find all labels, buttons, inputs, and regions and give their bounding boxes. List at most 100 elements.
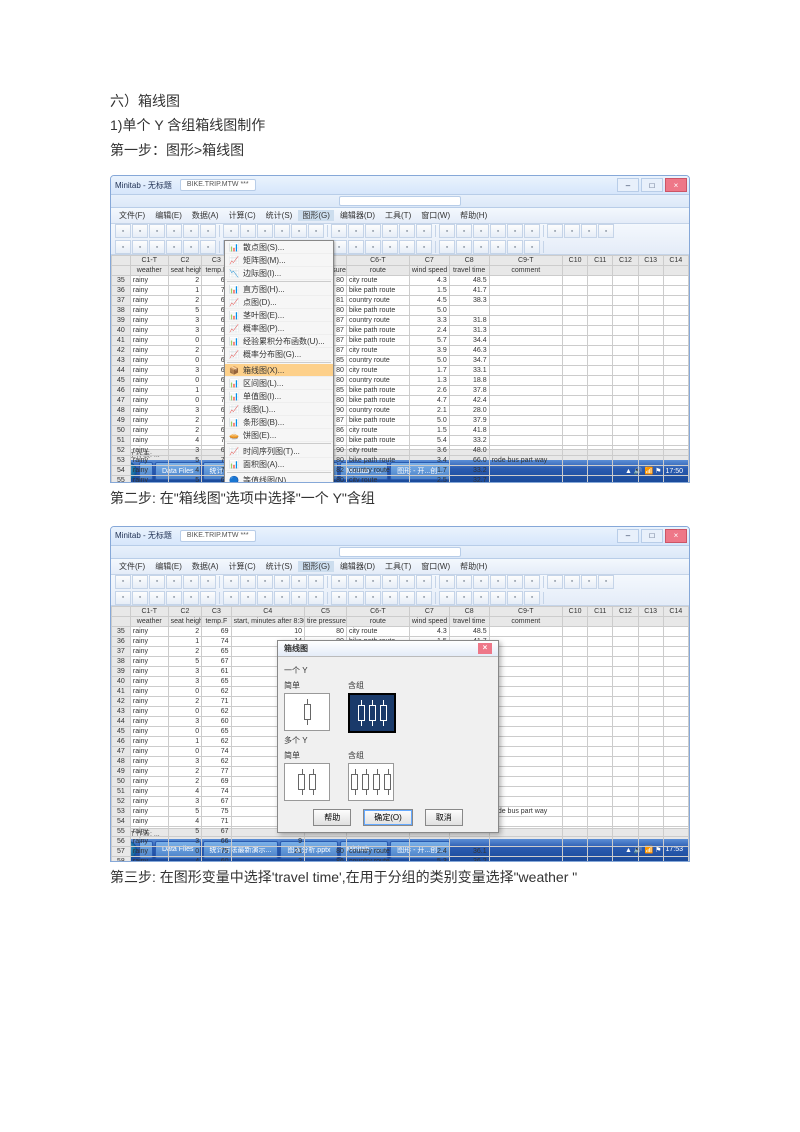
menu-item-饼图(E)...[interactable]: 🥧饼图(E)...: [225, 429, 333, 442]
cell[interactable]: [563, 786, 588, 796]
toolbar-button[interactable]: ▫: [291, 224, 307, 238]
cell[interactable]: rainy: [130, 736, 168, 746]
cell[interactable]: [449, 306, 489, 316]
menu-item[interactable]: 工具(T): [381, 210, 415, 221]
column-header[interactable]: C13: [638, 256, 663, 266]
field-header[interactable]: temp.F: [202, 616, 231, 626]
cell[interactable]: [563, 396, 588, 406]
cell[interactable]: [613, 716, 638, 726]
toolbar-button[interactable]: ▫: [473, 224, 489, 238]
menu-item-概率分布图(G)...[interactable]: 📈概率分布图(G)...: [225, 348, 333, 361]
toolbar-button[interactable]: ▫: [490, 224, 506, 238]
toolbar-button[interactable]: ▫: [274, 591, 290, 605]
toolbar-button[interactable]: ▫: [166, 224, 182, 238]
cell[interactable]: [663, 636, 688, 646]
field-header[interactable]: weather: [130, 616, 168, 626]
column-header[interactable]: C14: [663, 606, 688, 616]
cell[interactable]: [663, 436, 688, 446]
row-number[interactable]: 41: [112, 686, 131, 696]
cell[interactable]: [663, 406, 688, 416]
menu-item[interactable]: 帮助(H): [456, 561, 491, 572]
menu-item-边际图(I)...[interactable]: 📉边际图(I)...: [225, 267, 333, 280]
cell[interactable]: [563, 346, 588, 356]
cell[interactable]: [588, 406, 613, 416]
toolbar-button[interactable]: ▫: [507, 575, 523, 589]
cell[interactable]: [613, 826, 638, 836]
cell[interactable]: 2: [231, 856, 304, 862]
cell[interactable]: [663, 846, 688, 856]
menu-item-散点图(S)...[interactable]: 📊散点图(S)...: [225, 241, 333, 254]
cell[interactable]: [588, 476, 613, 484]
toolbar-button[interactable]: ▫: [365, 240, 381, 254]
cell[interactable]: city route: [346, 626, 409, 636]
cell[interactable]: [489, 396, 562, 406]
cell[interactable]: [613, 806, 638, 816]
toolbar-button[interactable]: ▫: [331, 575, 347, 589]
cell[interactable]: rainy: [130, 406, 168, 416]
cell[interactable]: 61: [202, 666, 231, 676]
field-header[interactable]: [588, 266, 613, 276]
toolbar-button[interactable]: ▫: [439, 591, 455, 605]
cell[interactable]: 46.3: [449, 346, 489, 356]
menu-item[interactable]: 图形(G): [298, 561, 334, 572]
cell[interactable]: [563, 836, 588, 846]
cell[interactable]: [638, 686, 663, 696]
row-number[interactable]: 40: [112, 326, 131, 336]
cell[interactable]: [563, 306, 588, 316]
cell[interactable]: [588, 646, 613, 656]
cell[interactable]: [613, 676, 638, 686]
cell[interactable]: [613, 776, 638, 786]
cell[interactable]: [489, 306, 562, 316]
cell[interactable]: [638, 736, 663, 746]
cell[interactable]: rainy: [130, 276, 168, 286]
toolbar-button[interactable]: ▫: [473, 240, 489, 254]
cell[interactable]: 34.7: [449, 356, 489, 366]
cell[interactable]: 5: [168, 806, 202, 816]
cell[interactable]: [489, 636, 562, 646]
cell[interactable]: rainy: [130, 286, 168, 296]
cell[interactable]: [563, 806, 588, 816]
cell[interactable]: 69: [202, 626, 231, 636]
cell[interactable]: [638, 746, 663, 756]
cell[interactable]: [588, 436, 613, 446]
toolbar-button[interactable]: ▫: [382, 575, 398, 589]
cell[interactable]: [588, 626, 613, 636]
worksheet[interactable]: C1-TC2C3C4C5C6-TC7C8C9-TC10C11C12C13C14w…: [111, 255, 689, 483]
cell[interactable]: [563, 766, 588, 776]
cell[interactable]: [638, 676, 663, 686]
cell[interactable]: [588, 276, 613, 286]
cell[interactable]: 33.2: [449, 466, 489, 476]
cell[interactable]: [346, 836, 409, 846]
cell[interactable]: [638, 376, 663, 386]
cell[interactable]: 0: [168, 706, 202, 716]
cell[interactable]: [588, 636, 613, 646]
cell[interactable]: [489, 836, 562, 846]
cell[interactable]: [588, 456, 613, 466]
cell[interactable]: bike path route: [346, 336, 409, 346]
cell[interactable]: 41.7: [449, 286, 489, 296]
row-number[interactable]: 46: [112, 386, 131, 396]
cell[interactable]: 5.0: [409, 356, 449, 366]
cell[interactable]: [613, 736, 638, 746]
cell[interactable]: 5.0: [409, 306, 449, 316]
cell[interactable]: [638, 316, 663, 326]
row-number[interactable]: 44: [112, 716, 131, 726]
cell[interactable]: [563, 336, 588, 346]
row-number[interactable]: 39: [112, 316, 131, 326]
cell[interactable]: rainy: [130, 856, 168, 862]
cell[interactable]: rainy: [130, 716, 168, 726]
toolbar-button[interactable]: ▫: [490, 575, 506, 589]
column-header[interactable]: [112, 606, 131, 616]
cell[interactable]: [563, 636, 588, 646]
toolbar-button[interactable]: ▫: [223, 575, 239, 589]
column-header[interactable]: C13: [638, 606, 663, 616]
cell[interactable]: [613, 646, 638, 656]
cell[interactable]: [663, 796, 688, 806]
cell[interactable]: [638, 466, 663, 476]
cell[interactable]: [563, 826, 588, 836]
row-number[interactable]: 58: [112, 856, 131, 862]
cell[interactable]: 5: [168, 476, 202, 484]
cell[interactable]: [563, 356, 588, 366]
cell[interactable]: [588, 816, 613, 826]
row-number[interactable]: 48: [112, 756, 131, 766]
